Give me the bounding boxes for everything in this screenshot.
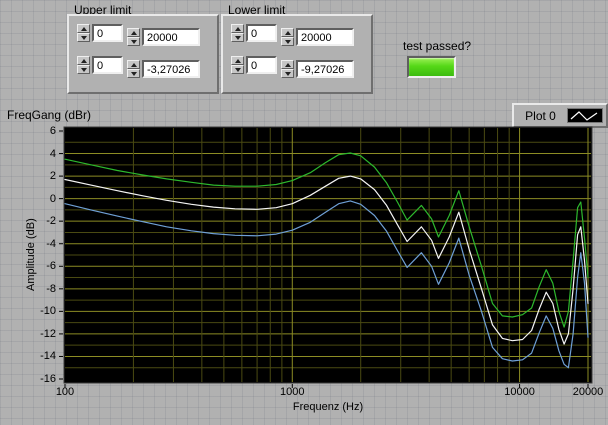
increment-button[interactable]: [127, 60, 140, 69]
plot-line-swatch-icon: [567, 108, 603, 123]
decrement-button[interactable]: [231, 33, 244, 42]
spinner: [127, 28, 140, 46]
up-arrow-icon: [234, 58, 241, 63]
y-tick-label: 0: [49, 192, 56, 205]
y-tick-label: -14: [40, 350, 56, 363]
numeric-input[interactable]: -3,27026: [142, 60, 200, 78]
y-tick-label: -16: [40, 373, 56, 385]
spinner: [77, 24, 90, 42]
numeric-input[interactable]: 20000: [142, 28, 200, 46]
lower-limit-field-3[interactable]: -9,27026: [281, 60, 354, 78]
spinner: [231, 56, 244, 74]
upper-limit-field-2[interactable]: 0: [77, 56, 123, 74]
lower-limit-field-1[interactable]: 20000: [281, 28, 354, 46]
spinner: [281, 60, 294, 78]
x-tick-label: 1000: [280, 386, 305, 398]
y-tick-label: -10: [40, 305, 56, 318]
upper-limit-cluster: 0 20000 0 -3,27026: [67, 14, 219, 94]
y-tick-label: 6: [49, 125, 56, 137]
y-tick-label: -4: [46, 237, 56, 250]
spinner: [231, 24, 244, 42]
x-tick-label: 10000: [504, 386, 535, 398]
test-passed-led-indicator: [407, 56, 456, 78]
graph-plot-area: [59, 126, 593, 388]
down-arrow-icon: [284, 39, 291, 44]
decrement-button[interactable]: [127, 69, 140, 78]
upper-limit-field-3[interactable]: -3,27026: [127, 60, 200, 78]
down-arrow-icon: [234, 35, 241, 40]
spinner: [77, 56, 90, 74]
increment-button[interactable]: [281, 28, 294, 37]
up-arrow-icon: [80, 26, 87, 31]
down-arrow-icon: [130, 39, 137, 44]
decrement-button[interactable]: [77, 65, 90, 74]
decrement-button[interactable]: [127, 37, 140, 46]
x-tick-label: 100: [55, 386, 75, 398]
up-arrow-icon: [130, 30, 137, 35]
y-axis-label: Amplitude (dB): [25, 218, 37, 292]
up-arrow-icon: [284, 30, 291, 35]
down-arrow-icon: [284, 71, 291, 76]
test-passed-label: test passed?: [403, 39, 472, 53]
y-tick-label: -8: [46, 282, 56, 295]
increment-button[interactable]: [281, 60, 294, 69]
increment-button[interactable]: [77, 24, 90, 33]
down-arrow-icon: [80, 67, 87, 72]
labview-front-panel: Upper limit 0 20000 0 -3,27026 Lower lim…: [0, 0, 608, 425]
lower-limit-field-0[interactable]: 0: [231, 24, 277, 42]
numeric-input[interactable]: 0: [246, 56, 277, 74]
graph-title: FreqGang (dBr): [7, 108, 92, 122]
numeric-input[interactable]: 0: [246, 24, 277, 42]
lower-limit-field-2[interactable]: 0: [231, 56, 277, 74]
down-arrow-icon: [130, 71, 137, 76]
numeric-input[interactable]: 20000: [296, 28, 354, 46]
y-tick-label: -6: [46, 260, 56, 273]
x-axis-label: Frequenz (Hz): [292, 401, 364, 413]
increment-button[interactable]: [77, 56, 90, 65]
decrement-button[interactable]: [281, 69, 294, 78]
y-tick-label: -12: [40, 327, 56, 340]
lower-limit-cluster: 0 20000 0 -9,27026: [221, 14, 373, 94]
upper-limit-field-0[interactable]: 0: [77, 24, 123, 42]
increment-button[interactable]: [127, 28, 140, 37]
down-arrow-icon: [80, 35, 87, 40]
increment-button[interactable]: [231, 24, 244, 33]
y-tick-label: 2: [49, 170, 56, 183]
spinner: [127, 60, 140, 78]
decrement-button[interactable]: [77, 33, 90, 42]
up-arrow-icon: [130, 62, 137, 67]
increment-button[interactable]: [231, 56, 244, 65]
decrement-button[interactable]: [231, 65, 244, 74]
down-arrow-icon: [234, 67, 241, 72]
decrement-button[interactable]: [281, 37, 294, 46]
spinner: [281, 28, 294, 46]
numeric-input[interactable]: -9,27026: [296, 60, 354, 78]
up-arrow-icon: [80, 58, 87, 63]
numeric-input[interactable]: 0: [92, 56, 123, 74]
x-tick-label: 20000: [572, 386, 604, 398]
y-tick-label: -2: [46, 215, 56, 228]
numeric-input[interactable]: 0: [92, 24, 123, 42]
up-arrow-icon: [234, 26, 241, 31]
upper-limit-field-1[interactable]: 20000: [127, 28, 200, 46]
y-tick-label: 4: [49, 147, 56, 160]
up-arrow-icon: [284, 62, 291, 67]
plot-legend-label: Plot 0: [525, 108, 556, 123]
